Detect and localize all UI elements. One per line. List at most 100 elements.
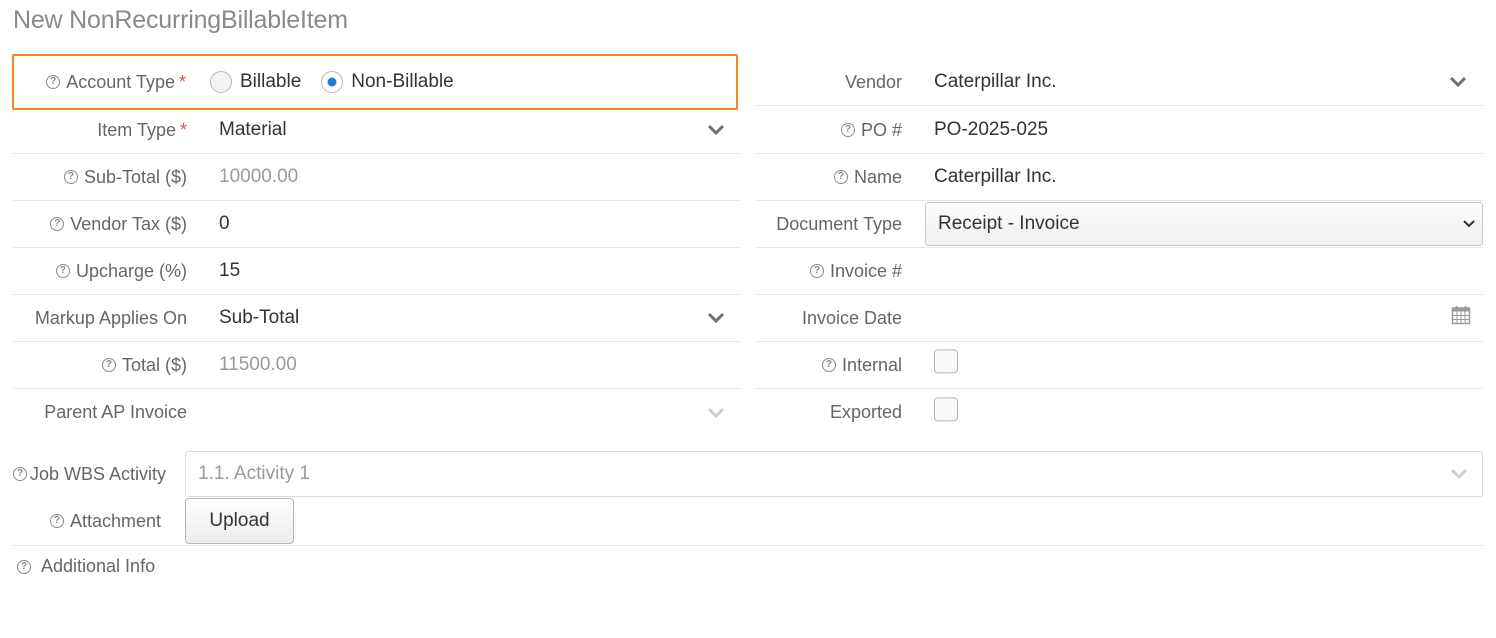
question-circle-icon[interactable]: ?: [49, 514, 64, 528]
account-type-row: ? Account Type * Billable Non-Billable: [12, 54, 738, 110]
job-wbs-activity-select[interactable]: 1.1. Activity 1: [185, 451, 1483, 497]
markup-applies-on-label: Markup Applies On: [34, 307, 187, 328]
attachment-label: Attachment: [69, 510, 161, 531]
attachment-row: ? Attachment Upload: [13, 497, 1483, 546]
name-input[interactable]: Caterpillar Inc.: [902, 154, 1483, 200]
invoice-date-label-group: Invoice Date: [756, 308, 902, 329]
attachment-label-group: ? Attachment: [13, 511, 161, 532]
exported-value: [902, 389, 1483, 436]
po-number-label-group: ? PO #: [756, 120, 902, 141]
upload-button[interactable]: Upload: [185, 498, 294, 544]
upcharge-label: Upcharge (%): [75, 260, 187, 281]
additional-info-label: Additional Info: [41, 556, 156, 576]
question-circle-icon[interactable]: ?: [55, 264, 70, 278]
document-type-select[interactable]: Receipt - Invoice: [925, 202, 1483, 246]
job-wbs-activity-row: ? Job WBS Activity 1.1. Activity 1: [13, 451, 1483, 497]
total-label-group: ? Total ($): [13, 355, 187, 376]
vendor-select[interactable]: Caterpillar Inc.: [902, 59, 1483, 105]
invoice-number-row: ? Invoice #: [756, 248, 1483, 295]
radio-option-billable[interactable]: Billable: [210, 71, 301, 93]
job-wbs-activity-label-group: ? Job WBS Activity: [13, 464, 185, 485]
exported-label: Exported: [829, 402, 902, 422]
page-title: New NonRecurringBillableItem: [13, 6, 348, 34]
vendor-row: Vendor Caterpillar Inc.: [756, 59, 1483, 106]
additional-info-section[interactable]: ? Additional Info: [17, 556, 155, 577]
sub-total-row: ? Sub-Total ($) 10000.00: [13, 154, 741, 201]
invoice-date-label: Invoice Date: [801, 307, 902, 328]
upcharge-input[interactable]: 15: [187, 248, 741, 294]
exported-checkbox[interactable]: [934, 396, 958, 421]
chevron-down-icon[interactable]: [707, 312, 725, 324]
upcharge-label-group: ? Upcharge (%): [13, 261, 187, 282]
total-row: ? Total ($) 11500.00: [13, 342, 741, 389]
name-label: Name: [853, 166, 902, 187]
chevron-down-icon[interactable]: [1450, 468, 1468, 480]
markup-applies-on-row: Markup Applies On Sub-Total: [13, 295, 741, 342]
question-circle-icon[interactable]: ?: [101, 358, 116, 372]
vendor-label: Vendor: [844, 71, 902, 92]
calendar-icon[interactable]: [1451, 305, 1471, 331]
question-circle-icon[interactable]: ?: [50, 217, 65, 231]
question-circle-icon[interactable]: ?: [833, 170, 848, 184]
account-type-label: Account Type: [66, 71, 175, 92]
internal-label: Internal: [841, 354, 902, 375]
internal-checkbox[interactable]: [934, 349, 958, 374]
exported-label-group: Exported: [756, 402, 902, 423]
parent-ap-invoice-select[interactable]: [187, 389, 741, 436]
document-type-label-group: Document Type: [756, 214, 902, 235]
internal-value: [902, 342, 1483, 388]
item-type-value: Material: [219, 119, 287, 140]
parent-ap-invoice-row: Parent AP Invoice: [13, 389, 741, 436]
radio-non-billable-label[interactable]: Non-Billable: [351, 71, 453, 93]
item-type-select[interactable]: Material: [187, 107, 741, 153]
invoice-number-label-group: ? Invoice #: [756, 261, 902, 282]
question-circle-icon[interactable]: ?: [17, 559, 31, 574]
chevron-down-icon[interactable]: [707, 407, 725, 419]
markup-applies-on-select[interactable]: Sub-Total: [187, 295, 741, 341]
total-field: 11500.00: [219, 354, 297, 375]
name-label-group: ? Name: [756, 167, 902, 188]
invoice-number-input[interactable]: [902, 248, 1483, 294]
markup-applies-on-value: Sub-Total: [219, 307, 300, 328]
question-circle-icon[interactable]: ?: [13, 467, 27, 481]
po-number-row: ? PO # PO-2025-025: [756, 107, 1483, 154]
job-wbs-activity-value: 1.1. Activity 1: [198, 463, 310, 484]
radio-billable[interactable]: [210, 71, 232, 93]
po-number-input[interactable]: PO-2025-025: [902, 107, 1483, 153]
account-type-radio-group: Billable Non-Billable: [186, 71, 454, 93]
vendor-label-group: Vendor: [756, 72, 902, 93]
vendor-value: Caterpillar Inc.: [934, 71, 1057, 92]
invoice-date-row: Invoice Date: [756, 295, 1483, 342]
markup-applies-on-label-group: Markup Applies On: [13, 308, 187, 329]
job-wbs-activity-label: Job WBS Activity: [30, 463, 167, 484]
question-circle-icon[interactable]: ?: [46, 75, 61, 89]
radio-option-non-billable[interactable]: Non-Billable: [321, 71, 454, 93]
question-circle-icon[interactable]: ?: [809, 264, 824, 278]
upcharge-row: ? Upcharge (%) 15: [13, 248, 741, 295]
account-type-label-group: ? Account Type *: [14, 72, 186, 93]
invoice-date-input[interactable]: [902, 295, 1483, 341]
question-circle-icon[interactable]: ?: [840, 123, 855, 137]
invoice-number-label: Invoice #: [829, 260, 902, 281]
sub-total-label: Sub-Total ($): [83, 166, 187, 187]
radio-billable-label[interactable]: Billable: [240, 71, 301, 93]
item-type-label: Item Type: [97, 119, 176, 140]
chevron-down-icon[interactable]: [707, 124, 725, 136]
sub-total-field: 10000.00: [219, 166, 299, 187]
required-mark: *: [178, 71, 186, 92]
chevron-down-icon[interactable]: [1462, 213, 1476, 235]
chevron-down-icon[interactable]: [1449, 76, 1467, 88]
question-circle-icon[interactable]: ?: [63, 170, 78, 184]
name-row: ? Name Caterpillar Inc.: [756, 154, 1483, 201]
internal-label-group: ? Internal: [756, 355, 902, 376]
vendor-tax-row: ? Vendor Tax ($) 0: [13, 201, 741, 248]
vendor-tax-input[interactable]: 0: [187, 201, 741, 247]
po-number-label: PO #: [860, 119, 902, 140]
required-mark: *: [179, 119, 187, 140]
item-type-label-group: Item Type *: [13, 120, 187, 141]
question-circle-icon[interactable]: ?: [821, 358, 836, 372]
parent-ap-invoice-label: Parent AP Invoice: [44, 402, 187, 422]
item-type-row: Item Type * Material: [13, 107, 741, 154]
vendor-tax-label: Vendor Tax ($): [70, 213, 187, 234]
radio-non-billable[interactable]: [321, 71, 344, 93]
